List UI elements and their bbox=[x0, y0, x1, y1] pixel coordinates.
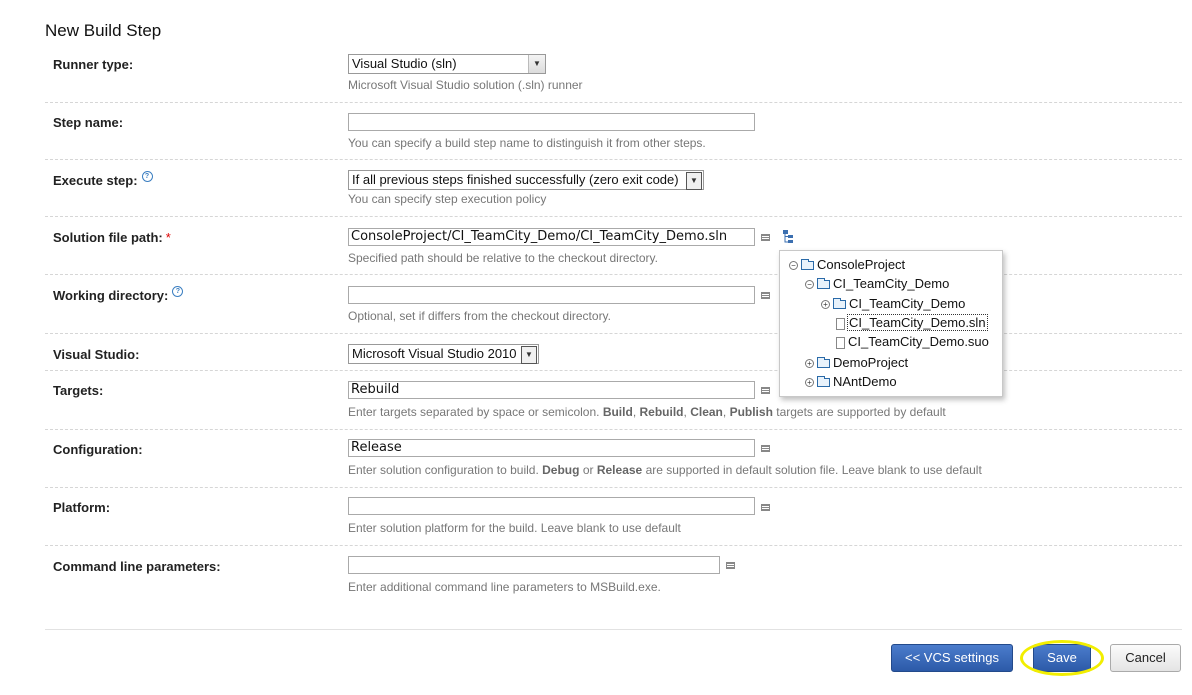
help-icon[interactable]: ? bbox=[172, 286, 184, 297]
chevron-down-icon[interactable]: ▼ bbox=[521, 346, 537, 364]
execute-step-label: Execute step:? bbox=[53, 171, 153, 188]
tree-node[interactable]: + CI_TeamCity_Demo bbox=[821, 295, 965, 312]
divider bbox=[45, 159, 1182, 160]
divider bbox=[45, 545, 1182, 546]
tree-node-label: NAntDemo bbox=[833, 374, 897, 389]
platform-hint: Enter solution platform for the build. L… bbox=[348, 521, 681, 535]
divider bbox=[45, 370, 1182, 371]
page-title: New Build Step bbox=[45, 21, 162, 40]
step-name-input[interactable] bbox=[348, 113, 755, 131]
required-marker: * bbox=[165, 230, 171, 245]
tree-node-label: CI_TeamCity_Demo.sln bbox=[847, 314, 988, 331]
file-icon bbox=[836, 336, 845, 349]
folder-icon bbox=[817, 376, 830, 388]
configuration-input[interactable]: Release bbox=[348, 439, 755, 457]
execute-step-hint: You can specify step execution policy bbox=[348, 192, 547, 206]
tree-node-label: CI_TeamCity_Demo bbox=[849, 296, 966, 311]
step-name-label: Step name: bbox=[53, 115, 124, 130]
divider bbox=[45, 333, 1182, 334]
divider bbox=[45, 102, 1182, 103]
list-icon[interactable] bbox=[761, 445, 770, 452]
chevron-down-icon[interactable]: ▼ bbox=[686, 172, 702, 190]
working-dir-hint: Optional, set if differs from the checko… bbox=[348, 309, 612, 323]
configuration-label: Configuration: bbox=[53, 442, 143, 457]
divider bbox=[45, 274, 1182, 275]
working-dir-label: Working directory:? bbox=[53, 286, 184, 303]
tree-node[interactable]: + DemoProject bbox=[805, 354, 908, 371]
tree-node-label: CI_TeamCity_Demo bbox=[833, 276, 950, 291]
runner-type-hint: Microsoft Visual Studio solution (.sln) … bbox=[348, 78, 583, 92]
targets-label: Targets: bbox=[53, 383, 104, 398]
visual-studio-select[interactable]: Microsoft Visual Studio 2010 ▼ bbox=[348, 344, 539, 364]
working-dir-input[interactable] bbox=[348, 286, 755, 304]
tree-node-label: CI_TeamCity_Demo.suo bbox=[848, 334, 989, 349]
expand-icon[interactable]: + bbox=[821, 300, 830, 310]
step-name-hint: You can specify a build step name to dis… bbox=[348, 136, 706, 150]
targets-hint: Enter targets separated by space or semi… bbox=[348, 405, 946, 419]
execute-step-value: If all previous steps finished successfu… bbox=[352, 172, 679, 187]
divider bbox=[45, 629, 1182, 630]
folder-icon bbox=[833, 298, 846, 310]
solution-file-input[interactable]: ConsoleProject/CI_TeamCity_Demo/CI_TeamC… bbox=[348, 228, 755, 246]
collapse-icon[interactable]: − bbox=[805, 280, 814, 290]
divider bbox=[45, 487, 1182, 488]
list-icon[interactable] bbox=[726, 562, 735, 569]
file-icon bbox=[836, 317, 845, 330]
tree-node[interactable]: − CI_TeamCity_Demo bbox=[805, 275, 949, 292]
platform-label: Platform: bbox=[53, 500, 111, 515]
runner-type-label: Runner type: bbox=[53, 57, 134, 72]
list-icon[interactable] bbox=[761, 387, 770, 394]
runner-type-select[interactable]: Visual Studio (sln) ▼ bbox=[348, 54, 546, 74]
folder-icon bbox=[801, 259, 814, 271]
execute-step-select[interactable]: If all previous steps finished successfu… bbox=[348, 170, 704, 190]
list-icon[interactable] bbox=[761, 504, 770, 511]
expand-icon[interactable]: + bbox=[805, 378, 814, 388]
configuration-hint: Enter solution configuration to build. D… bbox=[348, 463, 982, 477]
divider bbox=[45, 429, 1182, 430]
platform-input[interactable] bbox=[348, 497, 755, 515]
tree-node-label: ConsoleProject bbox=[817, 257, 906, 272]
cmd-params-input[interactable] bbox=[348, 556, 720, 574]
folder-icon bbox=[817, 278, 830, 290]
expand-icon[interactable]: + bbox=[805, 359, 814, 369]
cmd-params-hint: Enter additional command line parameters… bbox=[348, 580, 661, 594]
tree-node[interactable]: − ConsoleProject bbox=[789, 256, 905, 273]
chevron-down-icon[interactable]: ▼ bbox=[528, 55, 545, 73]
help-icon[interactable]: ? bbox=[141, 171, 153, 182]
file-tree-popup: − ConsoleProject − CI_TeamCity_Demo + CI_Te… bbox=[779, 250, 1003, 397]
tree-browse-icon[interactable] bbox=[782, 230, 794, 244]
visual-studio-value: Microsoft Visual Studio 2010 bbox=[352, 346, 517, 361]
cmd-params-label: Command line parameters: bbox=[53, 559, 221, 574]
targets-input[interactable]: Rebuild bbox=[348, 381, 755, 399]
list-icon[interactable] bbox=[761, 234, 770, 241]
cancel-button[interactable]: Cancel bbox=[1110, 644, 1181, 672]
visual-studio-label: Visual Studio: bbox=[53, 347, 140, 362]
collapse-icon[interactable]: − bbox=[789, 261, 798, 271]
tree-node-label: DemoProject bbox=[833, 355, 909, 370]
divider bbox=[45, 216, 1182, 217]
save-highlight-ring bbox=[1020, 640, 1104, 676]
tree-node[interactable]: CI_TeamCity_Demo.sln bbox=[836, 314, 988, 331]
list-icon[interactable] bbox=[761, 292, 770, 299]
solution-file-hint: Specified path should be relative to the… bbox=[348, 251, 658, 265]
folder-icon bbox=[817, 357, 830, 369]
vcs-settings-button[interactable]: << VCS settings bbox=[891, 644, 1013, 672]
solution-file-label: Solution file path: * bbox=[53, 230, 171, 245]
runner-type-value: Visual Studio (sln) bbox=[352, 56, 457, 71]
tree-node[interactable]: CI_TeamCity_Demo.suo bbox=[836, 333, 989, 350]
tree-node[interactable]: + NAntDemo bbox=[805, 373, 897, 390]
